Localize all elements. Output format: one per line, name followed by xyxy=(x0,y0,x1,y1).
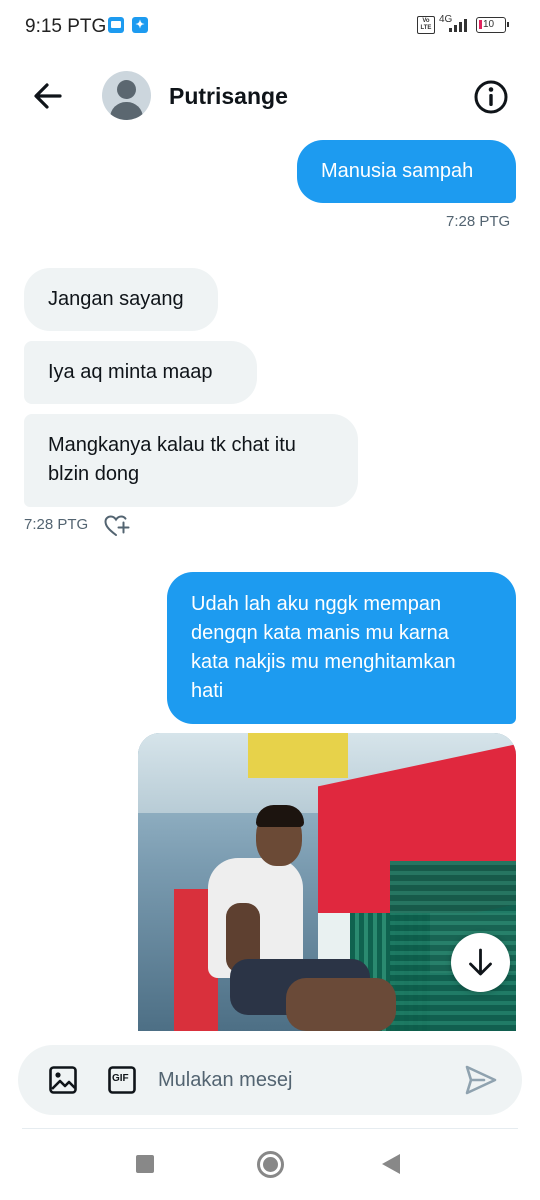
react-button[interactable] xyxy=(104,514,130,538)
add-gif-button[interactable]: GIF xyxy=(108,1066,136,1094)
message-bubble-incoming[interactable]: Mangkanya kalau tk chat itu blzin dong xyxy=(24,414,358,507)
message-text-line: Mangkanya kalau tk chat itu xyxy=(48,434,296,456)
message-timestamp: 7:28 PTG xyxy=(446,213,511,230)
info-icon xyxy=(474,80,508,114)
message-text: Jangan sayang xyxy=(48,288,184,310)
battery-icon: 10 xyxy=(476,17,509,33)
message-text-line: blzin dong xyxy=(48,463,140,485)
message-bubble-outgoing[interactable]: Manusia sampah xyxy=(297,140,516,203)
message-input[interactable] xyxy=(158,1061,448,1099)
recents-button[interactable] xyxy=(136,1155,154,1173)
message-text: Manusia sampah xyxy=(321,160,474,182)
status-time: 9:15 PTG xyxy=(25,16,107,37)
heart-plus-icon xyxy=(104,515,130,536)
info-button[interactable] xyxy=(472,78,510,116)
avatar[interactable] xyxy=(102,71,151,120)
message-text: Iya aq minta maap xyxy=(48,361,213,383)
arrow-down-icon xyxy=(469,948,492,976)
signal-icon xyxy=(449,18,471,32)
arrow-left-icon xyxy=(34,83,62,109)
status-bar: 9:15 PTG ✦ Vo LTE 4G 10 xyxy=(0,0,540,52)
home-button[interactable] xyxy=(257,1151,284,1178)
scroll-to-bottom-button[interactable] xyxy=(451,933,510,992)
message-timestamp: 7:28 PTG xyxy=(24,516,89,533)
messages-notification-icon xyxy=(108,17,124,33)
message-bubble-outgoing[interactable]: Udah lah aku nggk mempan dengqn kata man… xyxy=(167,572,516,724)
back-button[interactable] xyxy=(28,76,68,116)
volte-indicator: Vo LTE xyxy=(417,16,435,34)
conversation-header: Putrisange xyxy=(0,60,540,132)
system-back-button[interactable] xyxy=(382,1154,400,1174)
add-image-button[interactable] xyxy=(48,1065,78,1095)
gif-label: GIF xyxy=(112,1073,129,1084)
send-button[interactable] xyxy=(464,1064,498,1096)
message-text-line: kata nakjis mu menghitamkan xyxy=(191,651,456,673)
battery-level: 10 xyxy=(483,19,495,30)
twitter-notification-icon: ✦ xyxy=(132,17,148,33)
divider xyxy=(22,1128,518,1129)
message-text-line: hati xyxy=(191,680,224,702)
send-icon xyxy=(465,1065,497,1095)
image-icon xyxy=(49,1066,77,1094)
message-text-line: Udah lah aku nggk mempan xyxy=(191,593,442,615)
message-text-line: dengqn kata manis mu karna xyxy=(191,622,449,644)
message-bubble-incoming[interactable]: Jangan sayang xyxy=(24,268,218,331)
conversation-title[interactable]: Putrisange xyxy=(169,83,288,110)
message-composer: GIF xyxy=(18,1045,522,1115)
message-bubble-incoming[interactable]: Iya aq minta maap xyxy=(24,341,257,404)
